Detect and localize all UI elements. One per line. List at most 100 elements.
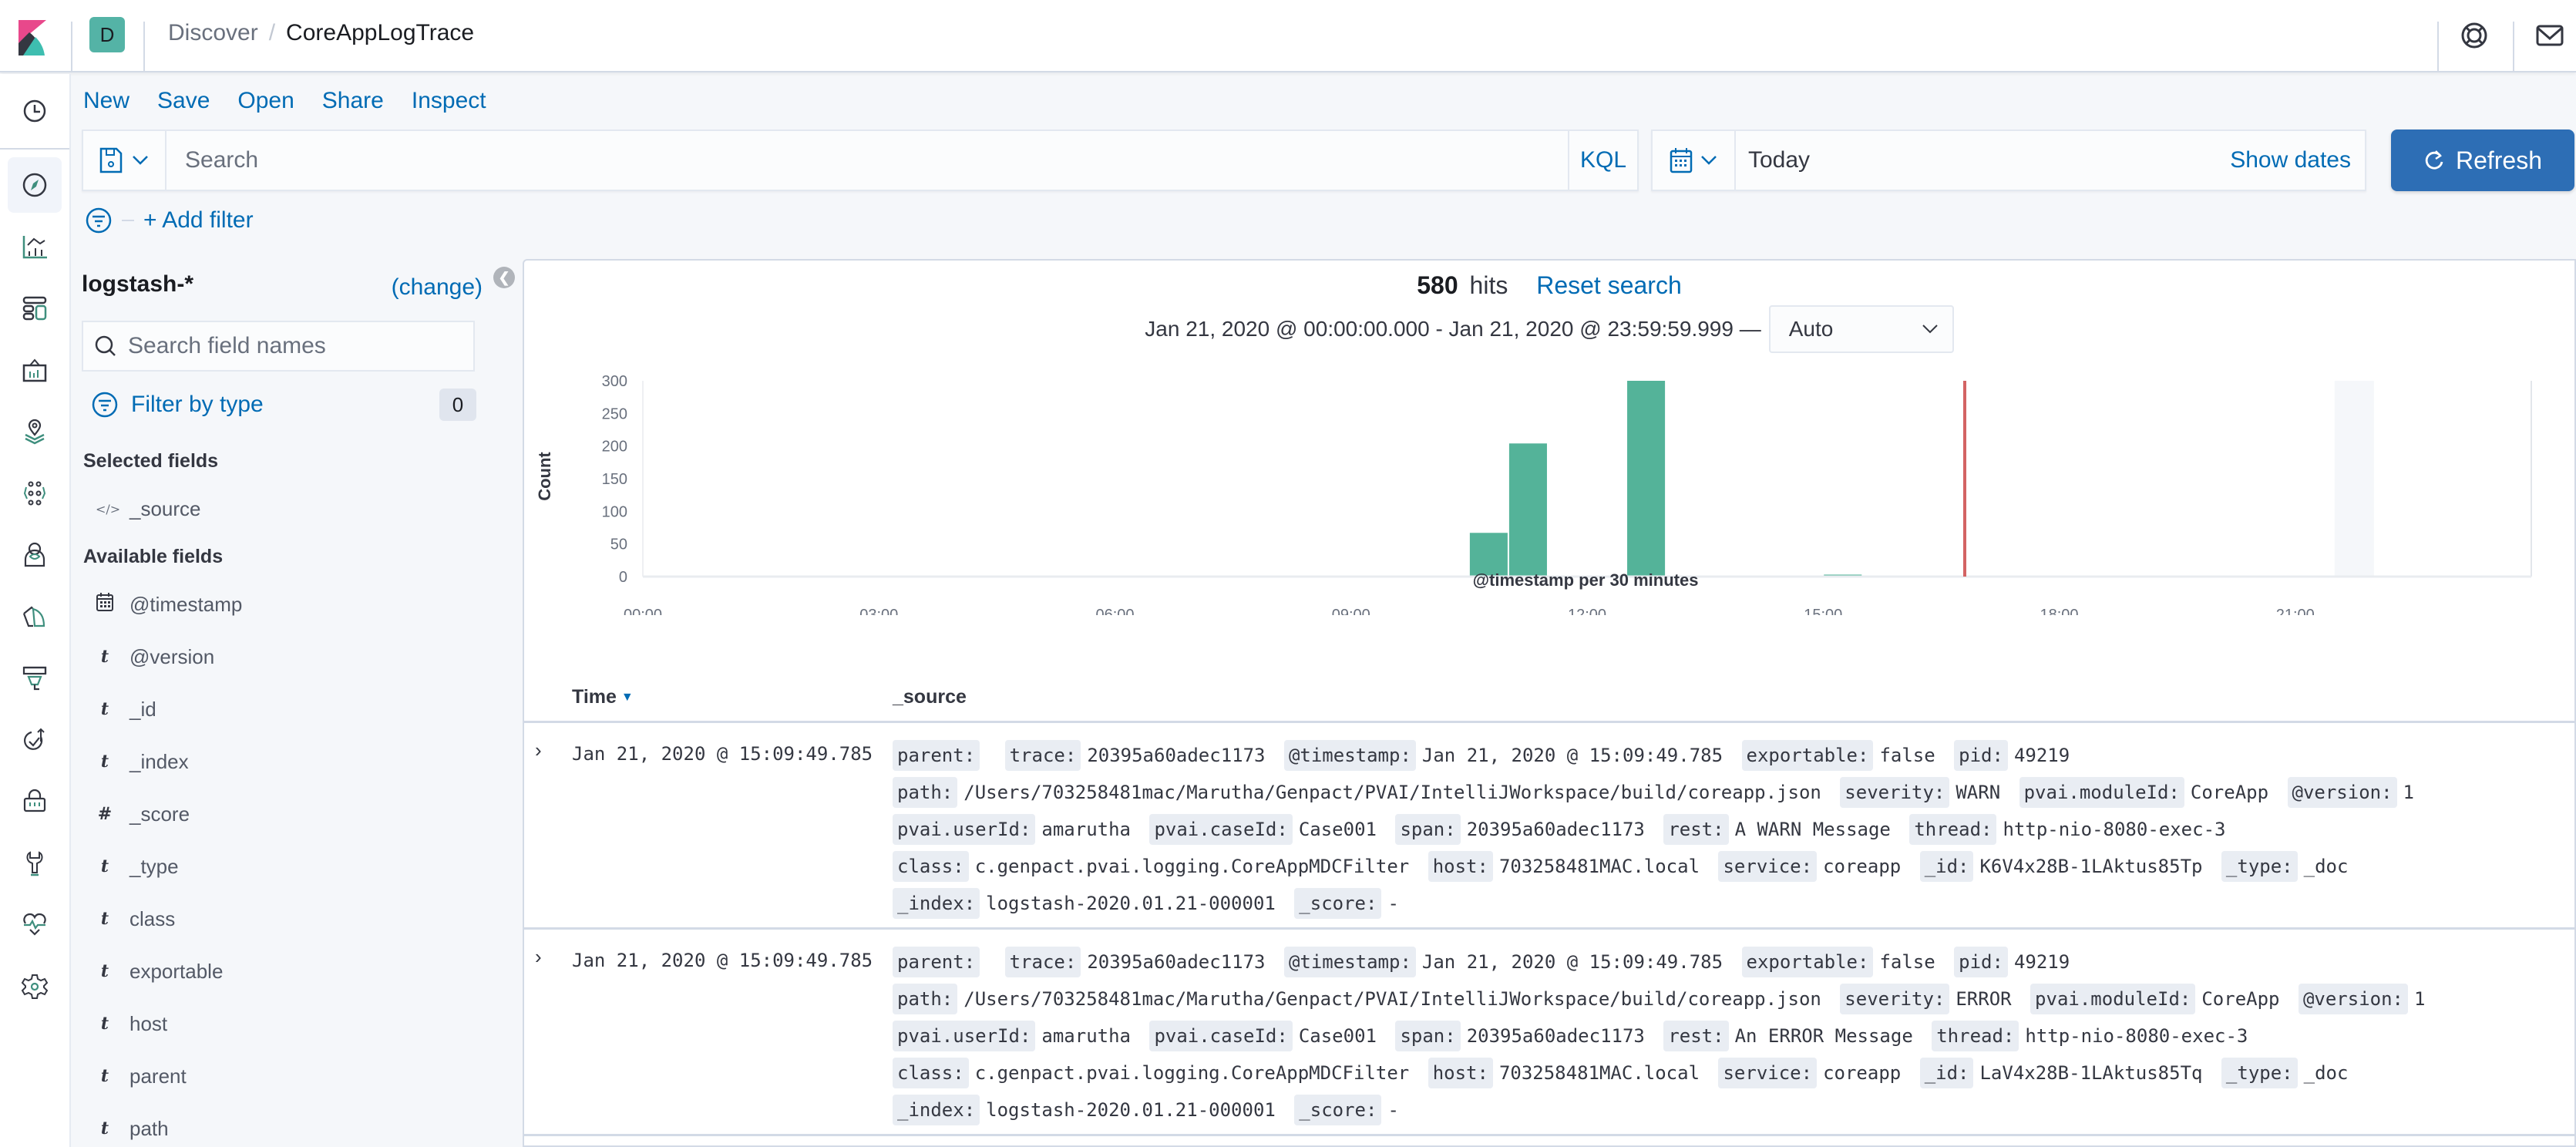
newsfeed-mail-icon[interactable]	[2534, 20, 2565, 51]
sort-descending-icon[interactable]: ▼	[621, 691, 634, 705]
column-header-time[interactable]: Time ▼	[572, 686, 634, 708]
interval-value: Auto	[1788, 317, 1834, 341]
nav-uptime[interactable]	[8, 712, 62, 768]
date-field-type-icon	[96, 593, 114, 616]
nav-dashboard[interactable]	[8, 281, 62, 336]
field-item-timestamp[interactable]: @timestamp	[96, 589, 242, 620]
interval-select[interactable]: Auto	[1768, 305, 1954, 353]
field-item-type[interactable]: t _type	[96, 851, 179, 882]
hits-label: hits	[1469, 271, 1508, 299]
breadcrumb-discover[interactable]: Discover	[168, 20, 258, 46]
uptime-icon	[24, 728, 45, 750]
refresh-button[interactable]: Refresh	[2391, 130, 2574, 191]
results-panel: 580 hits Reset search Jan 21, 2020 @ 00:…	[523, 259, 2576, 1147]
field-name: path	[129, 1116, 169, 1140]
nav-dev-tools[interactable]	[8, 836, 62, 891]
source-field-key: service:	[1718, 851, 1818, 882]
date-type-icon	[96, 593, 113, 611]
search-input[interactable]	[166, 131, 1568, 190]
source-field-key: parent:	[893, 740, 980, 771]
help-icon[interactable]	[2459, 20, 2490, 51]
nav-recently-viewed[interactable]	[8, 83, 62, 139]
field-item-exportable[interactable]: t exportable	[96, 956, 224, 987]
histogram-chart[interactable]: 0 50 100 150 200 250 300 00:00 03:00 06:00 09:00 1…	[524, 368, 2574, 615]
quick-select-button[interactable]	[1653, 131, 1736, 190]
saved-query-button[interactable]	[83, 131, 166, 190]
field-item-path[interactable]: t path	[96, 1113, 169, 1144]
date-range-value[interactable]: Today	[1736, 147, 2230, 173]
inspect-button[interactable]: Inspect	[412, 88, 486, 114]
nav-maps[interactable]	[8, 404, 62, 459]
row-source: parent: trace: 20395a60adec1173 @timestam…	[893, 737, 2558, 922]
filter-by-type-label: Filter by type	[131, 392, 264, 417]
save-button[interactable]: Save	[157, 88, 210, 114]
string-type-icon: t	[100, 1118, 109, 1139]
chevron-down-icon	[1701, 156, 1717, 165]
compass-icon	[22, 173, 47, 197]
field-search-input[interactable]	[128, 333, 452, 359]
machine-learning-icon	[23, 481, 46, 506]
source-field-key: _index:	[893, 888, 980, 919]
calendar-icon	[1670, 148, 1693, 173]
field-item-source[interactable]: </> _source	[96, 493, 201, 524]
source-field-value: http-nio-8080-exec-3	[2025, 1025, 2248, 1047]
nav-siem[interactable]	[8, 527, 62, 583]
nav-management[interactable]	[8, 959, 62, 1014]
source-field-key: @timestamp:	[1283, 947, 1416, 977]
source-field-value: 1	[2414, 988, 2426, 1010]
nav-canvas[interactable]	[8, 342, 62, 398]
filter-bar: + Add filter	[85, 207, 254, 234]
source-field-key: pid:	[1954, 740, 2008, 771]
field-item-index[interactable]: t _index	[96, 746, 189, 777]
expand-row-chevron-icon[interactable]: ›	[535, 738, 542, 762]
source-field-value: c.genpact.pvai.logging.CoreAppMDCFilter	[974, 1062, 1410, 1084]
hits-count: 580	[1417, 271, 1458, 299]
change-index-pattern-link[interactable]: (change)	[392, 274, 483, 301]
new-button[interactable]: New	[83, 88, 129, 114]
field-item-id[interactable]: t _id	[96, 694, 156, 725]
field-item-parent[interactable]: t parent	[96, 1061, 187, 1092]
nav-monitoring[interactable]	[8, 897, 62, 953]
y-tick-label: 300	[602, 373, 627, 390]
space-avatar[interactable]: D	[89, 17, 125, 52]
field-item-class[interactable]: t class	[96, 903, 175, 934]
field-item-version[interactable]: t @version	[96, 641, 214, 672]
y-tick-label: 0	[619, 569, 627, 586]
row-time: Jan 21, 2020 @ 15:09:49.785	[572, 950, 873, 971]
reset-search-button[interactable]: Reset search	[1536, 271, 1682, 299]
kql-toggle-button[interactable]: KQL	[1568, 131, 1637, 190]
collapse-sidebar-button[interactable]: ❮	[493, 267, 515, 288]
show-dates-button[interactable]: Show dates	[2230, 147, 2365, 173]
nav-discover[interactable]	[8, 157, 62, 213]
header-divider	[143, 22, 145, 72]
source-field-key: trace:	[1004, 947, 1081, 977]
source-field-value: 20395a60adec1173	[1087, 951, 1266, 973]
share-button[interactable]: Share	[322, 88, 384, 114]
source-field-value: 703258481MAC.local	[1498, 856, 1700, 877]
field-sidebar: logstash-* (change) Filter by type 0 Sel…	[82, 262, 483, 1147]
field-name: _score	[129, 802, 190, 826]
add-filter-button[interactable]: + Add filter	[143, 207, 254, 234]
maps-icon	[25, 419, 45, 445]
y-tick-label: 200	[602, 439, 627, 456]
field-item-score[interactable]: # _score	[96, 799, 190, 829]
filter-by-type-button[interactable]: Filter by type 0	[91, 385, 476, 424]
nav-machine-learning[interactable]	[8, 466, 62, 521]
string-type-icon: t	[100, 1014, 109, 1034]
source-field-key: pvai.userId:	[893, 1021, 1036, 1051]
infrastructure-icon	[22, 666, 47, 691]
y-tick-label: 250	[602, 405, 627, 422]
expand-row-chevron-icon[interactable]: ›	[535, 945, 542, 969]
filter-options-icon[interactable]	[85, 207, 113, 234]
kibana-logo-icon[interactable]	[18, 20, 46, 56]
nav-visualize[interactable]	[8, 219, 62, 274]
field-item-host[interactable]: t host	[96, 1008, 167, 1039]
nav-logs[interactable]	[8, 589, 62, 644]
source-field-key: _score:	[1294, 888, 1382, 919]
nav-apm[interactable]	[8, 774, 62, 829]
selected-fields-heading: Selected fields	[83, 450, 219, 472]
open-button[interactable]: Open	[237, 88, 294, 114]
source-field-value: Jan 21, 2020 @ 15:09:49.785	[1421, 951, 1723, 973]
row-time: Jan 21, 2020 @ 15:09:49.785	[572, 743, 873, 765]
nav-infrastructure[interactable]	[8, 651, 62, 706]
